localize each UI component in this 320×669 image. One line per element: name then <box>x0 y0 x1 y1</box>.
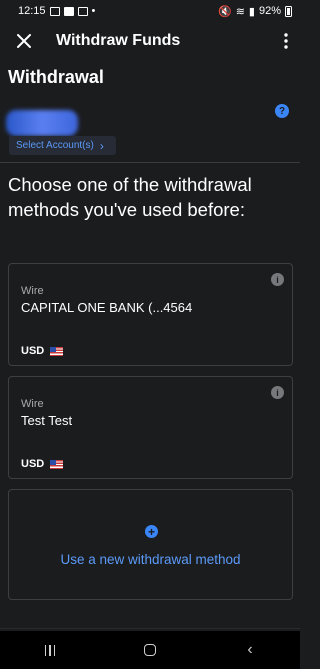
currency-code: USD <box>21 458 45 470</box>
more-options-button[interactable] <box>278 26 294 56</box>
system-nav-bar: ‹ <box>0 631 300 669</box>
method-type: Wire <box>21 398 44 410</box>
mute-icon: 🔇 <box>217 5 232 18</box>
new-withdrawal-method-link[interactable]: Use a new withdrawal method <box>9 552 292 567</box>
select-account-label: Select Account(s) <box>16 140 94 151</box>
image-icon <box>77 6 88 16</box>
method-currency: USD <box>21 345 64 357</box>
method-type: Wire <box>21 285 44 297</box>
battery-icon <box>285 5 292 17</box>
signal-icon: ▮ <box>248 5 255 18</box>
status-bar: 12:15 • 🔇 ≋ ▮ 92% <box>0 0 300 22</box>
wifi-icon: ≋ <box>235 5 245 18</box>
withdrawal-method-card[interactable]: i Wire Test Test USD <box>8 376 293 479</box>
methods-prompt: Choose one of the withdrawal methods you… <box>8 174 252 220</box>
back-button[interactable]: ‹ <box>230 635 270 665</box>
status-right: 🔇 ≋ ▮ 92% <box>218 5 292 18</box>
method-currency: USD <box>21 458 64 470</box>
recent-apps-button[interactable] <box>30 635 70 665</box>
chevron-right-icon: › <box>99 138 104 153</box>
close-icon <box>17 34 31 48</box>
select-account-button[interactable]: Select Account(s) › <box>9 136 116 155</box>
method-name: CAPITAL ONE BANK (...4564 <box>21 300 193 315</box>
home-icon <box>144 644 156 656</box>
dot-icon: • <box>91 5 96 17</box>
us-flag-icon <box>50 346 64 356</box>
help-icon[interactable]: ? <box>275 104 289 118</box>
back-icon: ‹ <box>247 641 253 658</box>
method-name: Test Test <box>21 413 73 428</box>
app-header: Withdraw Funds <box>0 22 300 60</box>
divider <box>0 162 300 163</box>
recent-apps-icon <box>44 644 56 656</box>
page-title: Withdraw Funds <box>56 32 181 49</box>
section-title: Withdrawal <box>8 67 104 87</box>
home-button[interactable] <box>130 635 170 665</box>
clock: 12:15 <box>18 5 46 17</box>
more-vertical-icon <box>284 33 288 49</box>
status-left: 12:15 • <box>18 5 95 17</box>
plus-circle-icon: + <box>145 525 158 538</box>
divider <box>0 628 300 629</box>
withdrawal-method-card[interactable]: i Wire CAPITAL ONE BANK (...4564 USD <box>8 263 293 366</box>
image-icon <box>63 6 74 16</box>
us-flag-icon <box>50 459 64 469</box>
info-icon[interactable]: i <box>271 386 284 399</box>
currency-code: USD <box>21 345 45 357</box>
account-name-redacted <box>6 110 78 136</box>
battery-percent: 92% <box>258 5 281 17</box>
close-button[interactable] <box>10 26 38 56</box>
info-icon[interactable]: i <box>271 273 284 286</box>
new-withdrawal-method-card[interactable]: + Use a new withdrawal method <box>8 489 293 600</box>
gallery-icon <box>49 6 60 16</box>
